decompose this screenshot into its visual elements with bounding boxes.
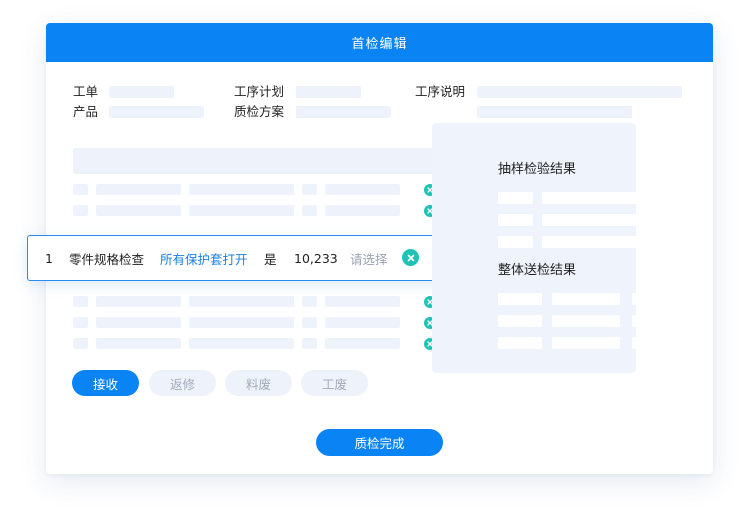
row-cell — [325, 317, 400, 328]
process-plan-value[interactable] — [296, 86, 361, 98]
rework-button[interactable]: 返修 — [149, 370, 216, 396]
measured-value: 10,233 — [294, 250, 338, 266]
row-cell — [73, 296, 88, 307]
row-cell — [302, 338, 317, 349]
row-cell — [325, 338, 400, 349]
sampling-result-title: 抽样检验结果 — [498, 162, 577, 177]
row-cell — [189, 317, 294, 328]
result-panel — [432, 123, 636, 373]
result-select[interactable]: 请选择 — [350, 236, 388, 280]
overall-cell — [552, 315, 620, 327]
overall-cell — [552, 337, 620, 349]
row-cell — [302, 296, 317, 307]
row-cell — [189, 184, 294, 195]
inspection-requirement-link[interactable]: 所有保护套打开 — [160, 236, 248, 280]
row-cell — [302, 184, 317, 195]
row-cell — [96, 338, 181, 349]
inspection-item: 零件规格检查 — [69, 251, 145, 267]
sampling-cell — [542, 214, 656, 226]
row-cell — [325, 184, 400, 195]
process-desc-value-line1[interactable] — [477, 86, 682, 98]
row-cell — [325, 205, 400, 216]
row-cell — [96, 184, 181, 195]
overall-cell — [632, 293, 656, 305]
work-scrap-button[interactable]: 工废 — [301, 370, 368, 396]
row-cell — [73, 184, 88, 195]
product-label: 产品 — [73, 104, 99, 119]
material-scrap-button[interactable]: 料废 — [225, 370, 292, 396]
inspection-plan-label: 质检方案 — [234, 104, 285, 119]
inspection-complete-button[interactable]: 质检完成 — [316, 429, 443, 456]
row-cell — [73, 205, 88, 216]
product-value[interactable] — [109, 106, 204, 118]
sampling-cell — [542, 236, 656, 248]
row-cell — [189, 296, 294, 307]
row-cell — [73, 317, 88, 328]
process-desc-value-line2 — [477, 106, 632, 118]
overall-cell — [552, 293, 620, 305]
sampling-cell — [498, 214, 533, 226]
table-header — [73, 148, 458, 174]
sampling-cell — [498, 236, 533, 248]
row-cell — [302, 205, 317, 216]
row-cell — [189, 205, 294, 216]
row-cell — [96, 317, 181, 328]
row-cell — [189, 338, 294, 349]
inspection-plan-value[interactable] — [296, 106, 391, 118]
process-desc-label: 工序说明 — [415, 84, 466, 99]
row-index: 1 — [45, 250, 53, 266]
accept-button[interactable]: 接收 — [72, 370, 139, 396]
sampling-cell — [542, 192, 656, 204]
work-order-value[interactable] — [109, 86, 174, 98]
process-plan-label: 工序计划 — [234, 84, 285, 99]
overall-cell — [632, 337, 656, 349]
overall-cell — [632, 315, 656, 327]
dialog-title: 首检编辑 — [46, 23, 713, 62]
work-order-label: 工单 — [73, 84, 99, 99]
sampling-cell — [498, 192, 533, 204]
judgement-value: 是 — [264, 251, 277, 267]
row-cell — [302, 317, 317, 328]
row-cell — [96, 296, 181, 307]
overall-cell — [498, 337, 542, 349]
row-cell — [325, 296, 400, 307]
overall-result-title: 整体送检结果 — [498, 263, 577, 278]
row-cell — [96, 205, 181, 216]
overall-cell — [498, 315, 542, 327]
overall-cell — [498, 293, 542, 305]
close-icon[interactable] — [402, 249, 419, 266]
row-cell — [73, 338, 88, 349]
highlighted-inspection-row[interactable]: 1 零件规格检查 所有保护套打开 是 10,233 请选择 — [27, 235, 469, 281]
